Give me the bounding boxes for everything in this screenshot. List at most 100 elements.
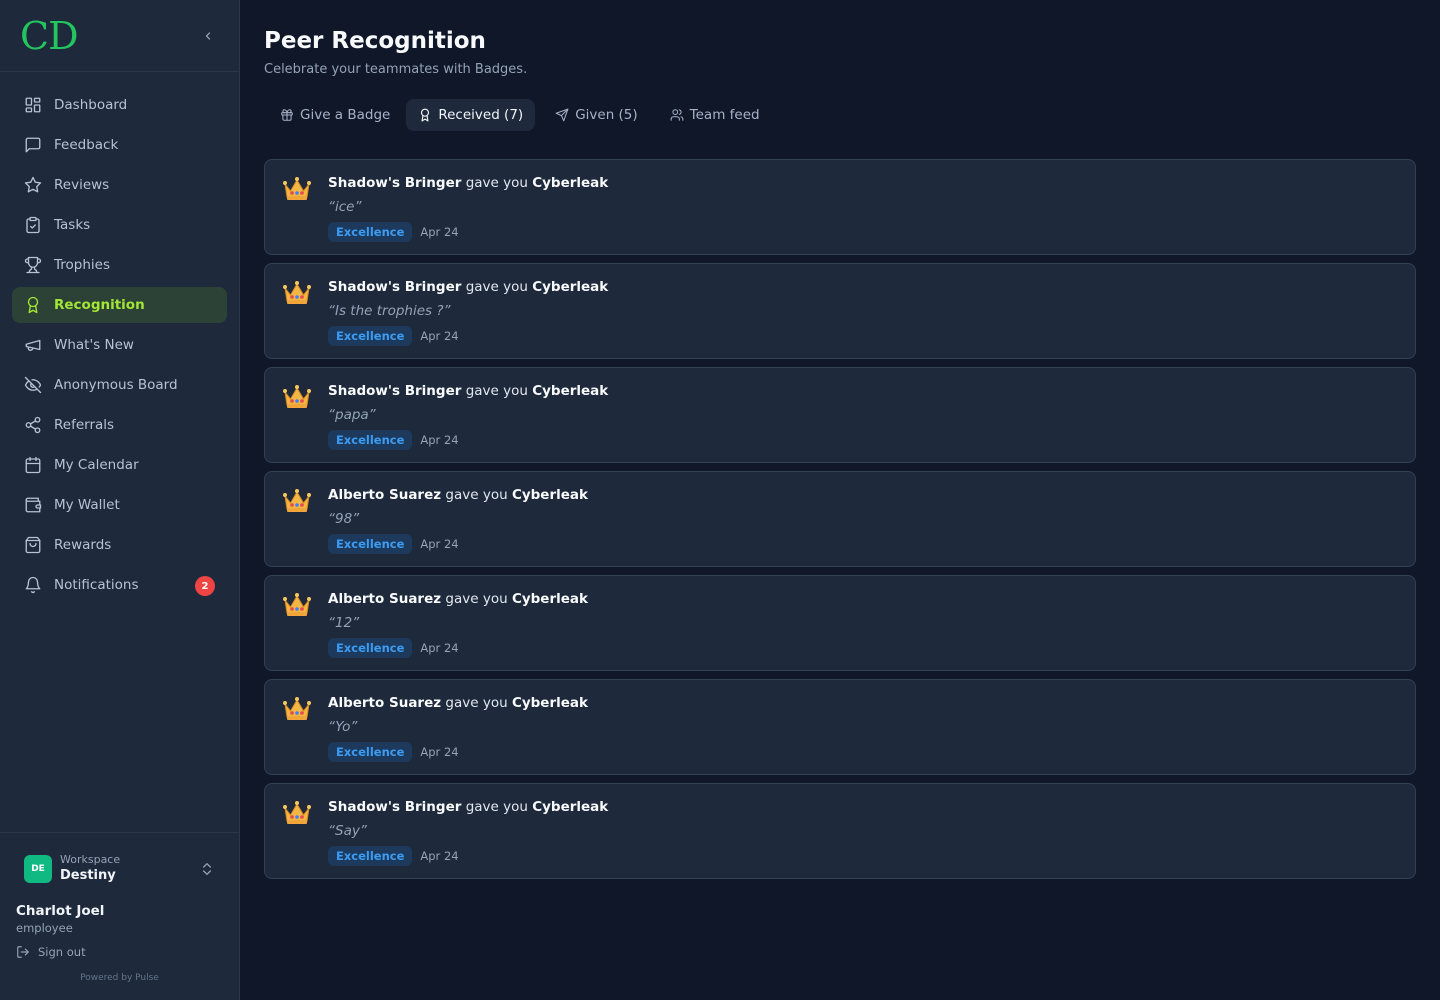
card-meta: Excellence Apr 24 <box>328 638 588 658</box>
tab-bar: Give a Badge Received (7) Given (5) Team… <box>264 99 1416 131</box>
recognition-card[interactable]: Alberto Suarez gave you Cyberleak “98” E… <box>264 471 1416 567</box>
sign-out-label: Sign out <box>38 945 86 959</box>
badge-name: Cyberleak <box>532 383 609 399</box>
gave-you-text: gave you <box>445 487 508 503</box>
giver-name[interactable]: Alberto Suarez <box>328 695 441 711</box>
giver-name[interactable]: Shadow's Bringer <box>328 383 461 399</box>
sidebar-item-label: Dashboard <box>54 97 128 113</box>
workspace-avatar: DE <box>24 855 52 883</box>
recognition-date: Apr 24 <box>420 225 459 239</box>
app-logo[interactable]: CD <box>20 17 79 55</box>
recognition-date: Apr 24 <box>420 745 459 759</box>
sidebar-footer: DE Workspace Destiny Charlot Joel employ… <box>0 832 239 1000</box>
tab-given[interactable]: Given (5) <box>539 99 649 131</box>
sidebar-item-label: Trophies <box>54 257 110 273</box>
recognition-card[interactable]: Alberto Suarez gave you Cyberleak “12” E… <box>264 575 1416 671</box>
card-headline: Alberto Suarez gave you Cyberleak <box>328 486 588 504</box>
card-body: Shadow's Bringer gave you Cyberleak “Is … <box>328 278 608 346</box>
recognition-card[interactable]: Alberto Suarez gave you Cyberleak “Yo” E… <box>264 679 1416 775</box>
gift-icon <box>281 109 293 121</box>
megaphone-icon <box>25 339 41 351</box>
shopping-bag-icon <box>25 536 41 554</box>
sidebar-item-my-calendar[interactable]: My Calendar <box>12 447 227 483</box>
tab-label: Team feed <box>689 107 760 123</box>
sidebar-item-referrals[interactable]: Referrals <box>12 407 227 443</box>
users-icon <box>670 109 684 121</box>
recognition-message: “Say” <box>328 823 367 839</box>
sidebar-item-anonymous-board[interactable]: Anonymous Board <box>12 367 227 403</box>
recognition-card[interactable]: Shadow's Bringer gave you Cyberleak “pap… <box>264 367 1416 463</box>
recognition-card[interactable]: Shadow's Bringer gave you Cyberleak “Is … <box>264 263 1416 359</box>
giver-name[interactable]: Alberto Suarez <box>328 487 441 503</box>
recognition-date: Apr 24 <box>420 641 459 655</box>
recognition-date: Apr 24 <box>420 433 459 447</box>
chevrons-up-down-icon[interactable] <box>199 861 215 877</box>
badge-name: Cyberleak <box>511 487 588 503</box>
powered-by: Powered by Pulse <box>80 973 159 983</box>
recognition-list: Shadow's Bringer gave you Cyberleak “ice… <box>264 159 1416 879</box>
sidebar-item-reviews[interactable]: Reviews <box>12 167 227 203</box>
card-meta: Excellence Apr 24 <box>328 534 588 554</box>
giver-name[interactable]: Shadow's Bringer <box>328 175 461 191</box>
award-icon <box>421 108 430 122</box>
crown-icon <box>283 281 311 304</box>
sidebar-item-label: Rewards <box>54 537 112 553</box>
user-role: employee <box>16 921 73 935</box>
bell-icon <box>25 576 41 594</box>
send-icon <box>555 108 569 122</box>
tab-give-a-badge[interactable]: Give a Badge <box>264 99 402 131</box>
dashboard-icon <box>25 97 41 113</box>
sidebar-nav: Dashboard Feedback Reviews Tasks Trophie… <box>0 72 239 603</box>
message-square-icon <box>25 137 41 153</box>
collapse-sidebar-button[interactable] <box>199 27 217 45</box>
card-headline: Shadow's Bringer gave you Cyberleak <box>328 382 608 400</box>
workspace-info: Workspace Destiny <box>60 853 199 885</box>
card-body: Alberto Suarez gave you Cyberleak “Yo” E… <box>328 694 588 762</box>
sidebar-item-whats-new[interactable]: What's New <box>12 327 227 363</box>
recognition-card[interactable]: Shadow's Bringer gave you Cyberleak “ice… <box>264 159 1416 255</box>
sidebar-item-trophies[interactable]: Trophies <box>12 247 227 283</box>
gave-you-text: gave you <box>445 695 508 711</box>
card-meta: Excellence Apr 24 <box>328 222 608 242</box>
trophy-icon <box>24 256 42 274</box>
recognition-message: “12” <box>328 615 360 631</box>
tab-team-feed[interactable]: Team feed <box>654 99 772 131</box>
gave-you-text: gave you <box>445 591 508 607</box>
sidebar-item-notifications[interactable]: Notifications 2 <box>12 567 227 603</box>
sidebar-item-my-wallet[interactable]: My Wallet <box>12 487 227 523</box>
category-tag: Excellence <box>328 326 413 346</box>
sidebar-item-feedback[interactable]: Feedback <box>12 127 227 163</box>
recognition-card[interactable]: Shadow's Bringer gave you Cyberleak “Say… <box>264 783 1416 879</box>
sidebar-item-tasks[interactable]: Tasks <box>12 207 227 243</box>
card-body: Shadow's Bringer gave you Cyberleak “ice… <box>328 174 608 242</box>
tab-received[interactable]: Received (7) <box>406 99 536 131</box>
badge-name: Cyberleak <box>532 799 609 815</box>
sidebar-item-dashboard[interactable]: Dashboard <box>12 87 227 123</box>
calendar-icon <box>25 456 41 474</box>
recognition-message: “98” <box>328 511 360 527</box>
log-out-icon <box>17 946 29 958</box>
crown-icon <box>283 385 311 408</box>
category-tag: Excellence <box>328 534 413 554</box>
card-meta: Excellence Apr 24 <box>328 326 608 346</box>
main-content: Peer Recognition Celebrate your teammate… <box>264 0 1416 887</box>
sidebar-item-recognition[interactable]: Recognition <box>12 287 227 323</box>
notification-count-badge: 2 <box>195 576 215 596</box>
sidebar-item-label: My Calendar <box>54 457 139 473</box>
workspace-switcher[interactable]: DE Workspace Destiny <box>16 851 223 887</box>
giver-name[interactable]: Shadow's Bringer <box>328 279 461 295</box>
card-meta: Excellence Apr 24 <box>328 430 608 450</box>
category-tag: Excellence <box>328 638 413 658</box>
eye-off-icon <box>24 376 42 394</box>
giver-name[interactable]: Shadow's Bringer <box>328 799 461 815</box>
page-subtitle: Celebrate your teammates with Badges. <box>264 62 528 77</box>
sidebar-item-rewards[interactable]: Rewards <box>12 527 227 563</box>
crown-icon <box>283 177 311 200</box>
sidebar-item-label: Anonymous Board <box>54 377 178 393</box>
badge-name: Cyberleak <box>532 175 609 191</box>
sign-out-button[interactable]: Sign out <box>16 945 223 959</box>
sidebar-item-label: Notifications <box>54 577 139 593</box>
badge-name: Cyberleak <box>532 279 609 295</box>
sidebar-item-label: Reviews <box>54 177 110 193</box>
giver-name[interactable]: Alberto Suarez <box>328 591 441 607</box>
